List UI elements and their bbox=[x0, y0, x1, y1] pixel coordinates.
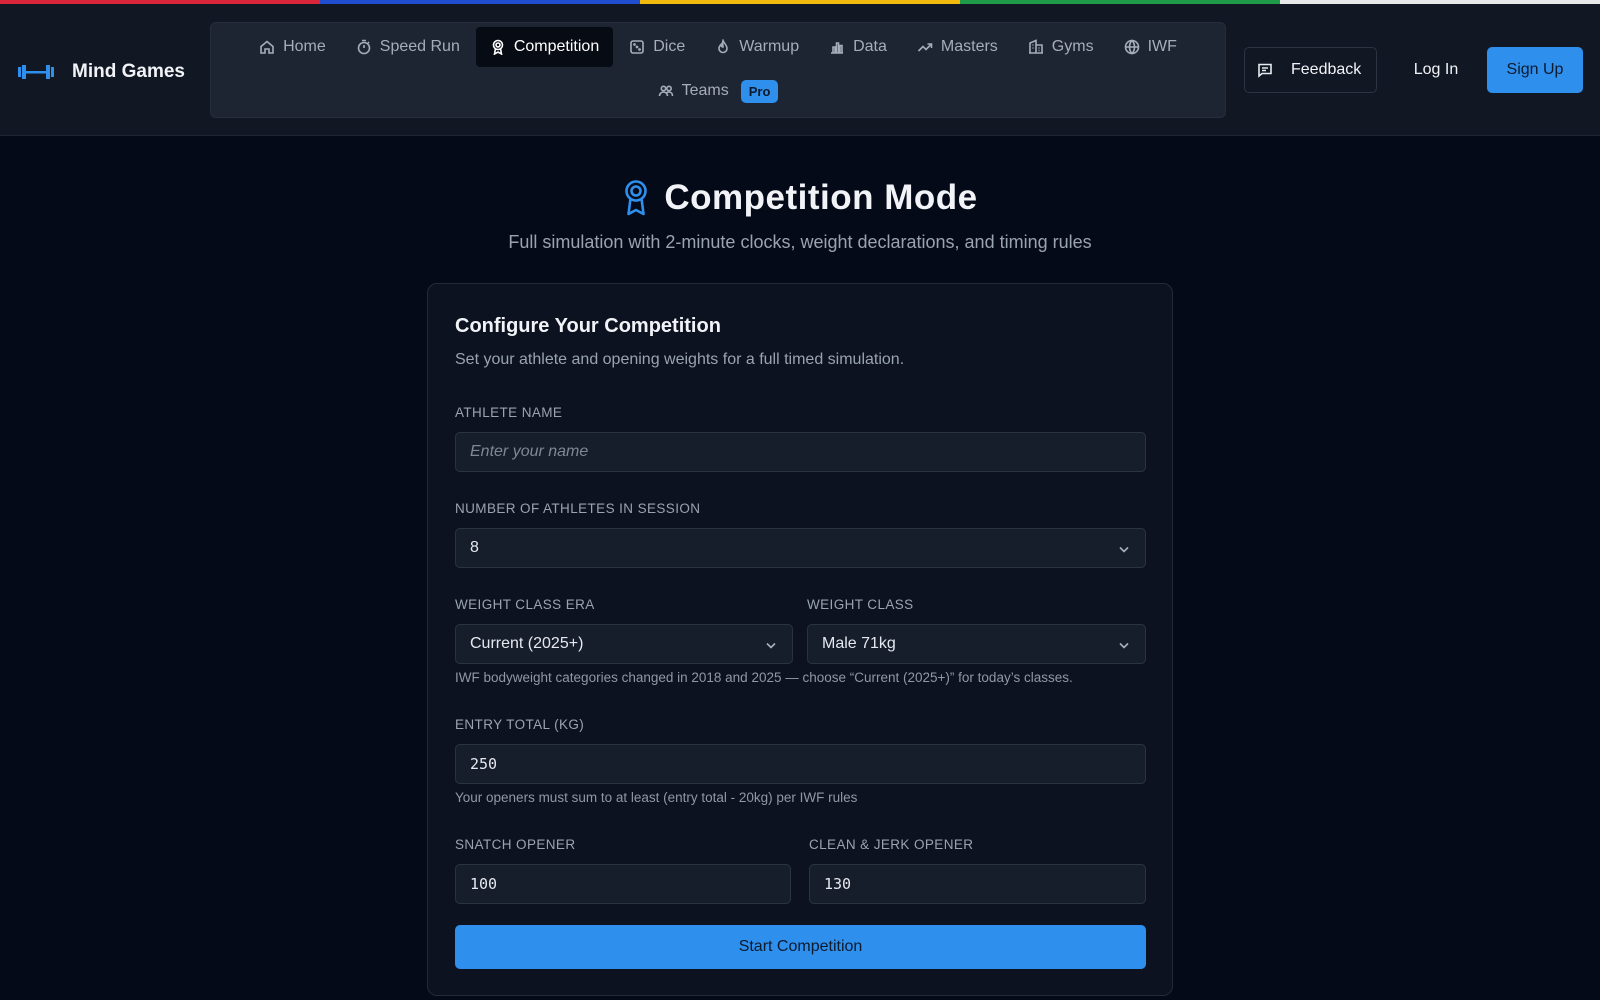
nav-item-dice[interactable]: Dice bbox=[615, 27, 699, 67]
main-nav: Home Speed Run Competition Dice Warmup D… bbox=[210, 22, 1226, 118]
nav-item-warmup[interactable]: Warmup bbox=[701, 27, 813, 67]
start-competition-button[interactable]: Start Competition bbox=[455, 925, 1146, 969]
stopwatch-icon bbox=[357, 39, 371, 55]
nav-row: Teams Pro bbox=[211, 73, 1225, 109]
building-icon bbox=[1028, 39, 1043, 54]
pro-badge: Pro bbox=[740, 79, 779, 103]
snatch-opener-input[interactable]: 100 bbox=[455, 864, 791, 904]
chevron-down-icon bbox=[1117, 638, 1131, 652]
nav-item-speed-run[interactable]: Speed Run bbox=[342, 27, 474, 67]
nav-item-label: Masters bbox=[940, 38, 998, 55]
nav-item-iwf[interactable]: IWF bbox=[1110, 27, 1191, 67]
page-header: Competition Mode bbox=[0, 178, 1600, 218]
message-square-icon bbox=[1258, 63, 1272, 78]
feedback-button[interactable]: Feedback bbox=[1244, 47, 1377, 93]
award-icon bbox=[492, 39, 504, 55]
nav-item-label: Competition bbox=[513, 38, 600, 55]
dice-icon bbox=[630, 40, 645, 54]
flame-icon bbox=[718, 39, 729, 54]
card-title: Configure Your Competition bbox=[455, 315, 721, 337]
weight-class-era-value: Current (2025+) bbox=[470, 635, 584, 652]
page-subtitle: Full simulation with 2-minute clocks, we… bbox=[508, 232, 1092, 252]
nav-item-label: IWF bbox=[1147, 38, 1177, 55]
nav-item-label: Gyms bbox=[1051, 38, 1094, 55]
entry-total-input[interactable]: 250 bbox=[455, 744, 1146, 784]
athlete-name-label: ATHLETE NAME bbox=[455, 405, 563, 420]
barbell-icon bbox=[18, 64, 54, 80]
weight-class-era-select[interactable]: Current (2025+) bbox=[455, 624, 793, 664]
num-athletes-label: NUMBER OF ATHLETES IN SESSION bbox=[455, 501, 701, 516]
card-description: Set your athlete and opening weights for… bbox=[455, 351, 905, 368]
snatch-opener-label: SNATCH OPENER bbox=[455, 837, 576, 852]
weight-class-select[interactable]: Male 71kg bbox=[807, 624, 1146, 664]
chevron-down-icon bbox=[764, 638, 778, 652]
nav-item-gyms[interactable]: Gyms bbox=[1014, 27, 1108, 67]
top-navbar: Mind Games Home Speed Run Competition Di… bbox=[0, 4, 1600, 136]
num-athletes-select[interactable]: 8 bbox=[455, 528, 1146, 568]
weight-class-value: Male 71kg bbox=[822, 635, 896, 652]
nav-item-masters[interactable]: Masters bbox=[903, 27, 1012, 67]
nav-item-home[interactable]: Home bbox=[245, 27, 340, 67]
award-icon bbox=[625, 180, 648, 216]
home-icon bbox=[260, 40, 274, 54]
nav-item-label: Data bbox=[853, 38, 887, 55]
chevron-down-icon bbox=[1117, 542, 1131, 556]
globe-icon bbox=[1124, 39, 1139, 55]
weight-class-era-label: WEIGHT CLASS ERA bbox=[455, 597, 595, 612]
num-athletes-value: 8 bbox=[470, 539, 479, 556]
page-title: Competition Mode bbox=[664, 178, 978, 217]
nav-item-label: Warmup bbox=[739, 38, 800, 55]
nav-item-label: Dice bbox=[653, 38, 686, 55]
nav-row: Home Speed Run Competition Dice Warmup D… bbox=[211, 27, 1225, 67]
nav-item-label: Teams bbox=[681, 82, 729, 99]
login-button[interactable]: Log In bbox=[1396, 47, 1476, 93]
brand[interactable]: Mind Games bbox=[18, 56, 185, 88]
brand-name: Mind Games bbox=[72, 61, 185, 82]
cj-opener-label: CLEAN & JERK OPENER bbox=[809, 837, 974, 852]
signup-button[interactable]: Sign Up bbox=[1487, 47, 1583, 93]
entry-total-help-text: Your openers must sum to at least (entry… bbox=[455, 790, 858, 805]
nav-item-teams[interactable]: Teams Pro bbox=[644, 71, 793, 111]
nav-item-data[interactable]: Data bbox=[815, 27, 901, 67]
cj-opener-input[interactable]: 130 bbox=[809, 864, 1146, 904]
users-icon bbox=[658, 85, 673, 97]
nav-item-competition[interactable]: Competition bbox=[475, 27, 614, 67]
feedback-label: Feedback bbox=[1291, 61, 1362, 78]
competition-config-card: Configure Your Competition Set your athl… bbox=[427, 283, 1173, 996]
weight-class-label: WEIGHT CLASS bbox=[807, 597, 914, 612]
nav-item-label: Speed Run bbox=[379, 38, 460, 55]
athlete-name-input[interactable]: Enter your name bbox=[455, 432, 1146, 472]
entry-total-label: ENTRY TOTAL (KG) bbox=[455, 717, 585, 732]
nav-item-label: Home bbox=[283, 38, 326, 55]
trending-up-icon bbox=[917, 43, 933, 52]
era-help-text: IWF bodyweight categories changed in 201… bbox=[455, 670, 1073, 685]
bar-chart-icon bbox=[831, 42, 844, 54]
